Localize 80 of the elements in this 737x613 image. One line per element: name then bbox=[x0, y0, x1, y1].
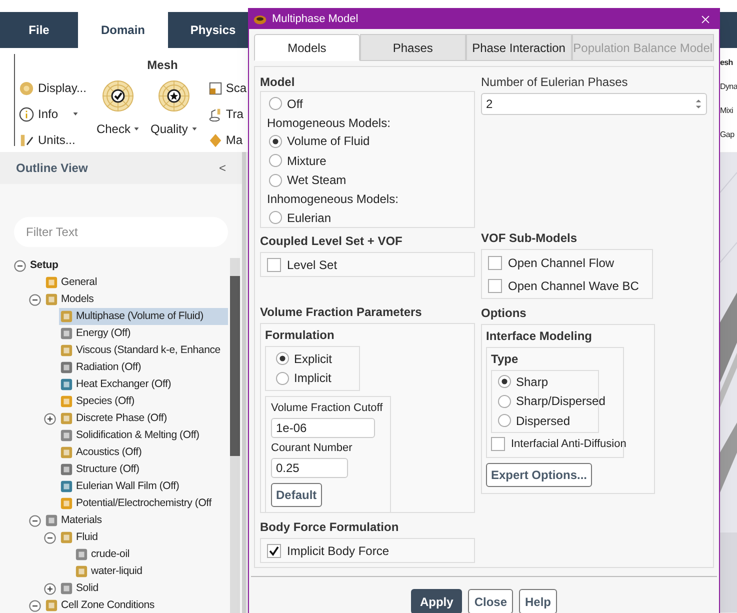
ribbon-group-title: Mesh bbox=[146, 57, 179, 74]
option-label: Interfacial Anti-Diffusion bbox=[511, 436, 626, 452]
ribbon-button[interactable]: Gap bbox=[720, 130, 734, 140]
ribbon-group-title: esh bbox=[720, 58, 733, 68]
tree-item[interactable]: Eulerian Wall Film (Off) bbox=[59, 478, 182, 495]
ribbon-tab[interactable]: File bbox=[0, 12, 78, 48]
option-label: Wet Steam bbox=[287, 172, 346, 190]
option-label: Off bbox=[287, 96, 303, 113]
option-label: Explicit bbox=[294, 350, 332, 368]
option-label: Sharp/Dispersed bbox=[516, 393, 606, 410]
section-title: Volume Fraction Parameters bbox=[260, 304, 423, 321]
option-label: Implicit bbox=[294, 370, 332, 388]
tree-item[interactable]: Species (Off) bbox=[59, 393, 136, 410]
tree-item[interactable]: Radiation (Off) bbox=[59, 359, 144, 376]
section-title: VOF Sub-Models bbox=[481, 230, 578, 247]
option-label: Volume of Fluid bbox=[287, 133, 370, 150]
tree-item[interactable]: Fluid bbox=[59, 529, 100, 546]
ribbon-button[interactable]: Tra bbox=[226, 105, 244, 123]
tree-item[interactable]: Viscous (Standard k-e, Enhance bbox=[59, 342, 222, 359]
option-label: Mixture bbox=[287, 152, 326, 170]
ribbon-button[interactable]: Display... bbox=[38, 79, 86, 97]
spin-box[interactable]: 2 bbox=[481, 93, 707, 115]
group-heading: Inhomogeneous Models: bbox=[267, 191, 400, 208]
ribbon-button[interactable]: Check bbox=[96, 120, 130, 138]
dialog-button[interactable]: Apply bbox=[410, 589, 462, 613]
field-label: Volume Fraction Cutoff bbox=[271, 401, 383, 415]
tab[interactable]: Phases bbox=[360, 34, 466, 61]
ribbon-button[interactable]: Mixi bbox=[720, 106, 734, 116]
tree-item[interactable]: Materials bbox=[44, 512, 104, 529]
tab[interactable]: Models bbox=[254, 34, 360, 61]
option-label: Open Channel Flow bbox=[508, 254, 614, 272]
tree-item[interactable]: Setup bbox=[29, 257, 60, 274]
window-title: Multiphase Model bbox=[272, 12, 360, 27]
ribbon-button[interactable]: Units... bbox=[38, 131, 76, 149]
section-title: Coupled Level Set + VOF bbox=[260, 233, 404, 250]
ribbon-button[interactable]: Ma bbox=[226, 131, 243, 149]
option-label: Eulerian bbox=[287, 210, 332, 227]
tree-item[interactable]: Energy (Off) bbox=[59, 325, 133, 342]
filter-field[interactable]: Filter Text bbox=[14, 217, 228, 247]
field-label: Number of Eulerian Phases bbox=[481, 74, 629, 91]
tree-item[interactable]: crude-oil bbox=[74, 546, 132, 563]
input-field[interactable]: 0.25 bbox=[271, 458, 348, 478]
section-title: Model bbox=[260, 74, 296, 91]
collapse-button[interactable]: < bbox=[218, 159, 226, 177]
push-button[interactable]: Default bbox=[271, 483, 322, 507]
tree-item[interactable]: Potential/Electrochemistry (Off bbox=[59, 495, 214, 512]
push-button[interactable]: Expert Options... bbox=[486, 462, 592, 486]
ribbon-button[interactable]: Sca bbox=[226, 79, 247, 97]
tree-item[interactable]: General bbox=[44, 274, 99, 291]
ribbon-button[interactable]: Info bbox=[38, 105, 58, 123]
tree-item[interactable]: Heat Exchanger (Off) bbox=[59, 376, 174, 393]
tree-item[interactable]: Discrete Phase (Off) bbox=[59, 410, 169, 427]
option-label: Implicit Body Force bbox=[287, 542, 390, 560]
option-label: Level Set bbox=[287, 256, 338, 274]
tree-item[interactable]: Structure (Off) bbox=[59, 461, 142, 478]
tree-item[interactable]: Multiphase (Volume of Fluid) bbox=[59, 308, 228, 325]
option-label: Dispersed bbox=[516, 412, 570, 430]
tree-item[interactable]: Acoustics (Off) bbox=[59, 444, 144, 461]
section-title: Options bbox=[481, 305, 528, 322]
tab: Population Balance Model bbox=[572, 34, 714, 61]
field-label: Courant Number bbox=[271, 441, 352, 455]
tree-item[interactable]: Models bbox=[44, 291, 96, 308]
tree-item[interactable]: water-liquid bbox=[74, 563, 144, 580]
section-title: Body Force Formulation bbox=[260, 519, 400, 536]
tree-item[interactable]: Solidification & Melting (Off) bbox=[59, 427, 202, 444]
option-label: Open Channel Wave BC bbox=[508, 278, 639, 294]
ribbon-tab[interactable]: Domain bbox=[78, 12, 168, 48]
input-field[interactable]: 1e-06 bbox=[271, 418, 375, 438]
ribbon-button[interactable]: Quality bbox=[150, 120, 188, 138]
section-title: Interface Modeling bbox=[486, 328, 594, 345]
group-heading: Homogeneous Models: bbox=[267, 114, 392, 132]
section-title: Formulation bbox=[265, 327, 336, 344]
option-label: Sharp bbox=[516, 374, 548, 391]
dialog-button[interactable]: Close bbox=[468, 589, 513, 613]
panel-title: Outline View bbox=[16, 160, 88, 177]
dialog-button[interactable]: Help bbox=[519, 589, 558, 613]
tab[interactable]: Phase Interaction bbox=[466, 34, 572, 61]
section-title: Type bbox=[491, 351, 520, 368]
tree-item[interactable]: Solid bbox=[59, 580, 100, 597]
tree-item[interactable]: Cell Zone Conditions bbox=[44, 597, 156, 613]
